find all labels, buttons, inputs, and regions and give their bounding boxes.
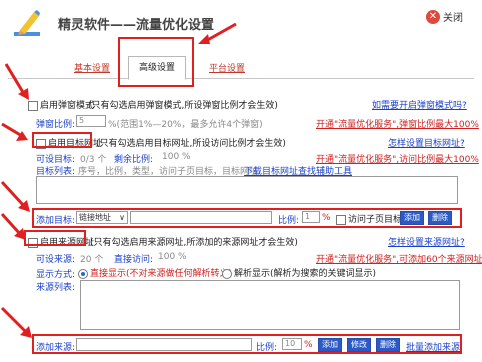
source-option-direct-label: 直接显示(不对来源做任何解析转义) bbox=[90, 269, 233, 279]
source-direct-value: 100 % bbox=[158, 252, 187, 262]
radio-selected-icon[interactable] bbox=[78, 268, 88, 279]
annotation-arrow-icon bbox=[0, 306, 32, 338]
popup-note: (只有勾选启用弹窗模式,所设弹窗比例才会生效) bbox=[88, 101, 278, 111]
source-add-button[interactable]: 添加 bbox=[318, 338, 342, 352]
chevron-down-icon[interactable]: ∨ bbox=[119, 212, 125, 223]
annotation-arrow-icon bbox=[1, 122, 28, 141]
popup-checkbox-label: 启用弹窗模式 bbox=[40, 101, 95, 111]
window-title: 精灵软件——流量优化设置 bbox=[58, 18, 215, 33]
highlight-box-target-checkbox bbox=[32, 132, 92, 148]
target-type-value: 链接地址 bbox=[79, 213, 111, 222]
target-delete-button[interactable]: 删除 bbox=[428, 211, 452, 225]
target-ratio-input[interactable]: 1 bbox=[302, 211, 320, 223]
source-list-box[interactable] bbox=[80, 280, 460, 330]
annotation-arrow-icon bbox=[198, 22, 237, 44]
close-label: 关闭 bbox=[443, 13, 463, 24]
source-list-label: 来源列表: bbox=[36, 283, 76, 293]
annotation-arrow-icon bbox=[0, 212, 26, 240]
popup-ratio-input[interactable]: 5 bbox=[76, 115, 106, 127]
target-add-button[interactable]: 添加 bbox=[400, 211, 424, 225]
source-option-parse[interactable]: 解析显示(解析为搜索的关键词显示) bbox=[222, 266, 376, 279]
source-option-direct[interactable]: 直接显示(不对来源做任何解析转义) bbox=[78, 266, 232, 279]
target-note: (只有勾选启用目标网址,所设访问比例才会生效) bbox=[96, 139, 286, 149]
source-edit-button[interactable]: 修改 bbox=[347, 338, 371, 352]
target-ratio-label: 比例: bbox=[278, 216, 300, 226]
annotation-arrow-icon bbox=[4, 63, 29, 100]
popup-help-link[interactable]: 如需要开启弹窗模式吗? bbox=[372, 98, 467, 111]
highlight-box-source-checkbox bbox=[24, 230, 86, 246]
target-url-input[interactable] bbox=[130, 211, 272, 224]
popup-checkbox[interactable]: 启用弹窗模式 bbox=[28, 98, 94, 111]
title-bar: 精灵软件——流量优化设置 ✕ 关闭 bbox=[0, 0, 482, 50]
popup-ratio-hint: %(范围1%—20%，最多允许4个弹窗) bbox=[108, 120, 263, 130]
source-percent-sign: % bbox=[304, 340, 313, 350]
target-list-box[interactable] bbox=[36, 176, 458, 204]
source-ratio-label: 比例: bbox=[256, 343, 278, 353]
source-upsell-link[interactable]: 开通"流量优化服务",可添加60个来源网址 bbox=[316, 252, 482, 265]
target-type-select[interactable]: 链接地址 ∨ bbox=[76, 211, 128, 224]
target-subpage-box[interactable] bbox=[336, 214, 346, 225]
tab-basic-settings[interactable]: 基本设置 bbox=[62, 59, 122, 79]
annotation-arrow-icon bbox=[0, 180, 30, 212]
pencil-logo-icon bbox=[14, 10, 40, 36]
source-note: (只有勾选启用来源网址,所添加的来源网址才会生效) bbox=[90, 238, 298, 248]
source-batch-link[interactable]: 批量添加来源 bbox=[406, 340, 460, 353]
source-settable-label: 可设来源: bbox=[36, 255, 76, 265]
target-percent-sign: % bbox=[322, 213, 331, 223]
source-help-link[interactable]: 怎样设置来源网址? bbox=[388, 235, 465, 248]
popup-checkbox-box[interactable] bbox=[28, 100, 38, 111]
close-icon[interactable]: ✕ bbox=[426, 9, 440, 24]
radio-unselected-icon[interactable] bbox=[222, 268, 232, 279]
source-direct-label: 直接访问: bbox=[114, 255, 154, 265]
source-display-label: 显示方式: bbox=[36, 270, 76, 280]
target-subpage-label: 访问子页目标 bbox=[348, 215, 403, 225]
source-option-parse-label: 解析显示(解析为搜索的关键词显示) bbox=[234, 269, 377, 279]
target-remaining-value: 100 % bbox=[162, 152, 191, 162]
popup-ratio-label: 弹窗比例: bbox=[36, 120, 76, 130]
highlight-box-tab bbox=[118, 37, 194, 87]
source-settable-value: 20 个 bbox=[80, 255, 104, 265]
tab-platform-settings[interactable]: 平台设置 bbox=[197, 59, 257, 79]
target-help-link[interactable]: 怎样设置目标网址? bbox=[388, 136, 465, 149]
source-add-label: 添加来源: bbox=[36, 343, 76, 353]
source-url-input[interactable] bbox=[76, 338, 252, 351]
target-subpage-checkbox[interactable]: 访问子页目标 bbox=[336, 212, 402, 225]
popup-upsell-link[interactable]: 开通"流量优化服务",弹窗比例最大100% bbox=[316, 117, 479, 130]
source-ratio-input[interactable]: 10 bbox=[282, 338, 302, 350]
close-button[interactable]: ✕ 关闭 bbox=[426, 9, 463, 25]
source-delete-button[interactable]: 删除 bbox=[376, 338, 400, 352]
target-add-label: 添加目标: bbox=[36, 216, 76, 226]
